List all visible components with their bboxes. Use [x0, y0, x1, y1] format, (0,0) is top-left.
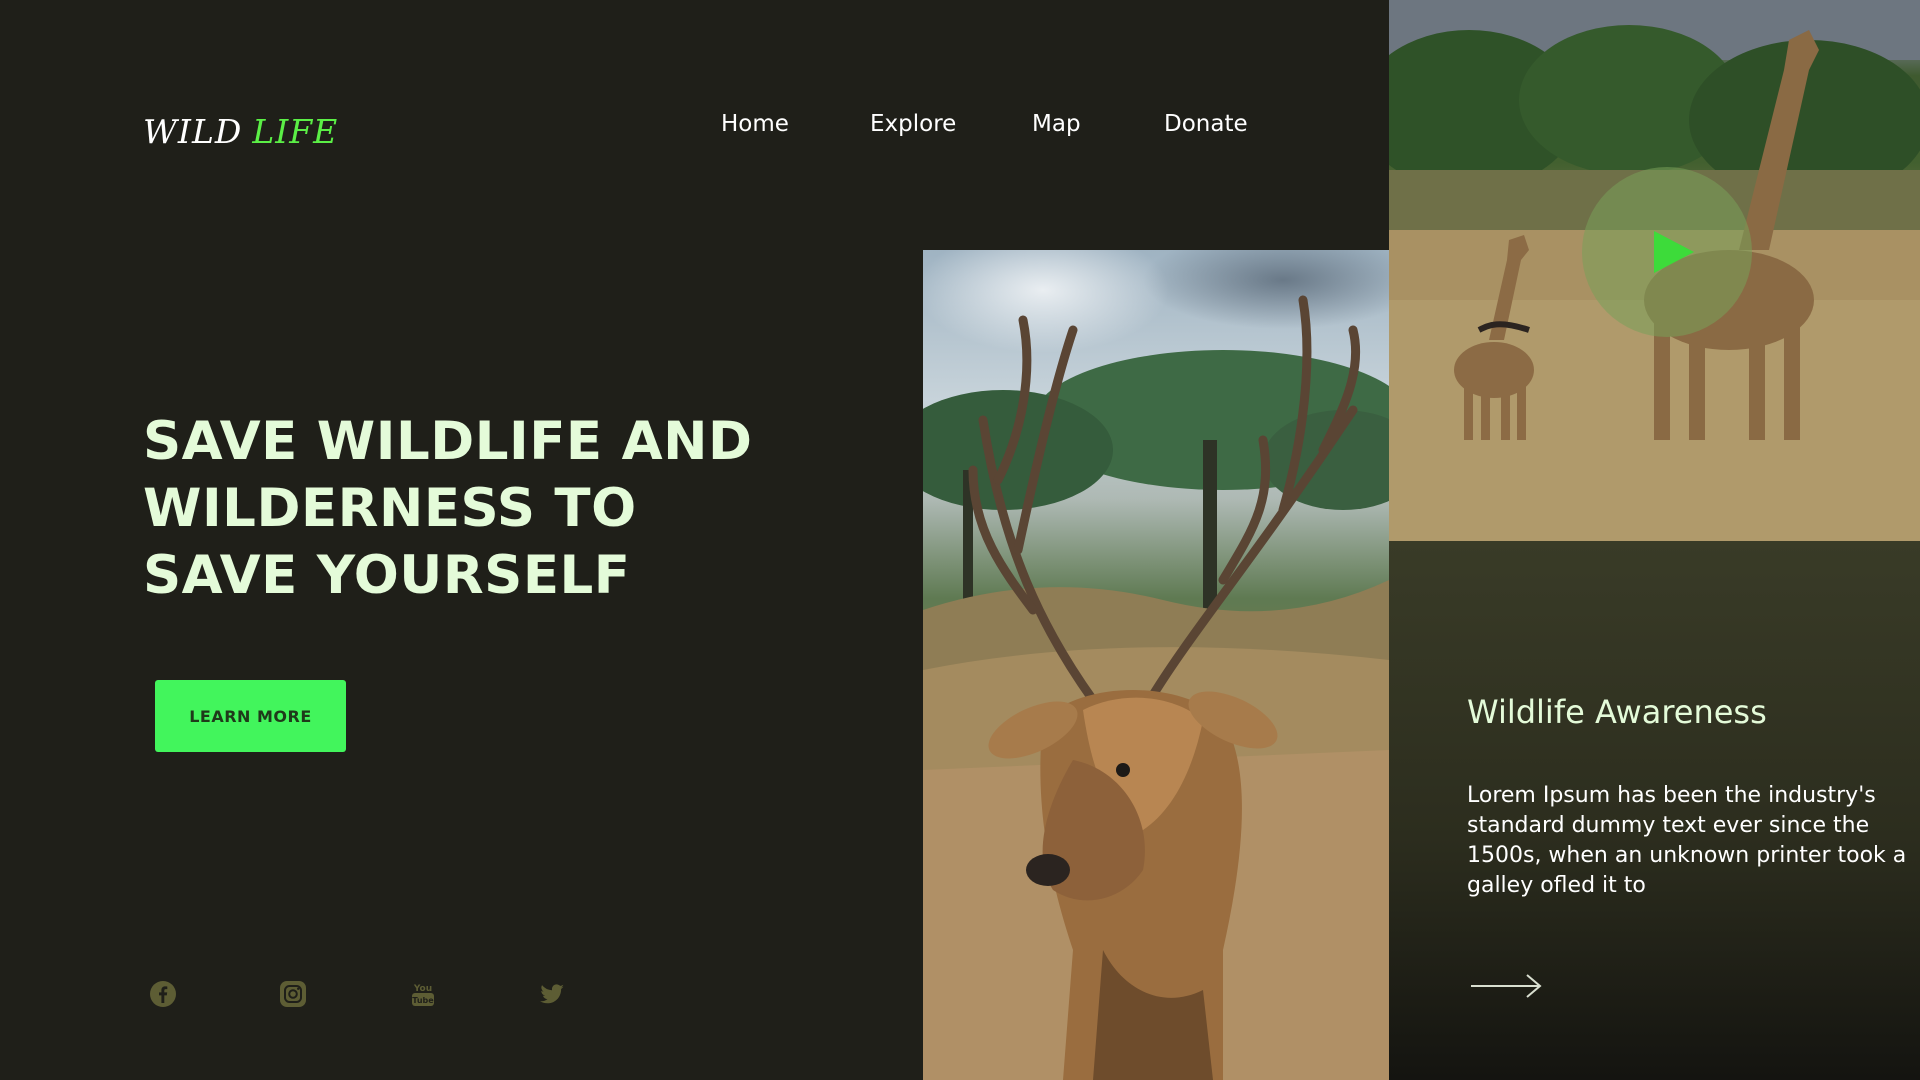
nav-item-explore[interactable]: Explore	[870, 111, 956, 137]
play-icon	[1654, 231, 1694, 273]
arrow-right-icon[interactable]	[1469, 971, 1543, 1001]
nav-item-donate[interactable]: Donate	[1164, 111, 1248, 137]
landing-page: WILD LIFE Home Explore Map Donate SAVE WI…	[0, 0, 1920, 1080]
facebook-icon[interactable]	[149, 980, 177, 1008]
hero-title-line-1: SAVE WILDLIFE AND	[143, 411, 753, 472]
learn-more-button[interactable]: LEARN MORE	[155, 680, 346, 752]
svg-text:Tube: Tube	[412, 996, 434, 1005]
svg-text:You: You	[413, 984, 432, 994]
play-video-button[interactable]	[1582, 167, 1752, 337]
logo-primary: WILD	[143, 112, 243, 151]
logo-accent: LIFE	[252, 112, 339, 151]
info-card-title: Wildlife Awareness	[1467, 693, 1767, 731]
nav-item-home[interactable]: Home	[721, 111, 789, 137]
hero-title-line-2: WILDERNESS TO	[143, 478, 637, 539]
info-card-body: Lorem Ipsum has been the industry's stan…	[1467, 783, 1907, 898]
instagram-icon[interactable]	[279, 980, 307, 1008]
hero-title: SAVE WILDLIFE AND WILDERNESS TO SAVE YOU…	[143, 408, 783, 609]
logo[interactable]: WILD LIFE	[143, 112, 338, 151]
twitter-icon[interactable]	[538, 980, 566, 1008]
nav-item-map[interactable]: Map	[1032, 111, 1081, 137]
youtube-icon[interactable]: You Tube	[409, 980, 437, 1008]
deer-photo	[923, 250, 1389, 1080]
wildlife-awareness-card: Wildlife Awareness Lorem Ipsum has been …	[1389, 541, 1920, 1080]
hero-title-line-3: SAVE YOURSELF	[143, 545, 631, 606]
